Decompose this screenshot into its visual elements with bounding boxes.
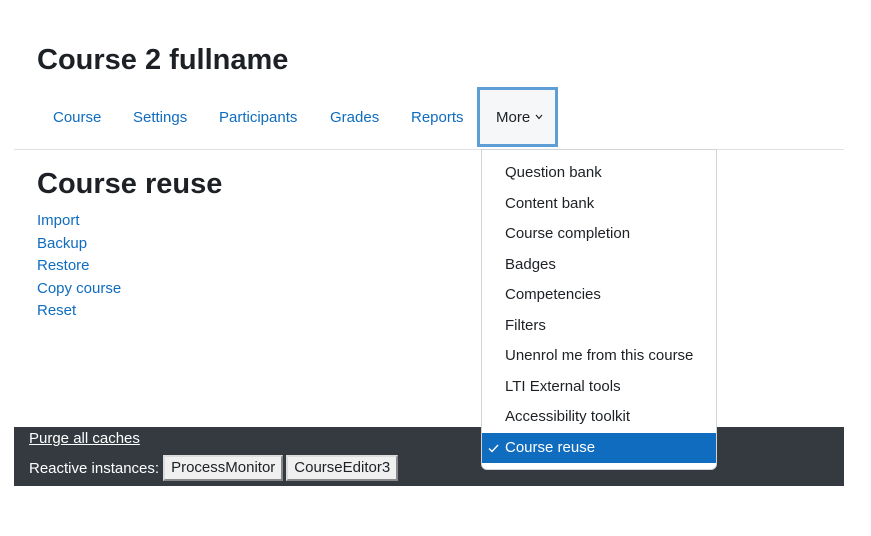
menu-item-competencies[interactable]: Competencies [482,280,716,311]
import-link[interactable]: Import [37,212,80,229]
more-dropdown-menu: Question bank Content bank Course comple… [481,149,717,470]
tab-reports[interactable]: Reports [411,87,464,149]
secondary-navigation: Course Settings Participants Grades Repo… [14,87,844,150]
tab-more[interactable]: More [477,87,558,147]
restore-link[interactable]: Restore [37,257,90,274]
course-editor-button[interactable]: CourseEditor3 [286,455,399,481]
menu-item-lti-external-tools[interactable]: LTI External tools [482,372,716,403]
menu-item-label: LTI External tools [505,377,621,395]
menu-item-label: Badges [505,255,556,273]
menu-item-course-reuse[interactable]: Course reuse [482,432,716,464]
menu-item-content-bank[interactable]: Content bank [482,189,716,220]
copy-course-link[interactable]: Copy course [37,280,121,297]
course-reuse-links: Import Backup Restore Copy course Reset [37,210,121,323]
menu-item-label: Course completion [505,225,631,242]
menu-item-badges[interactable]: Badges [482,250,716,281]
menu-item-filters[interactable]: Filters [482,311,716,342]
menu-item-label: Content bank [505,194,595,212]
list-item: Import [37,210,121,233]
tab-settings[interactable]: Settings [133,87,187,149]
list-item: Reset [37,300,121,323]
reactive-instances-label: Reactive instances: [29,459,160,477]
menu-item-course-completion[interactable]: Course completion [482,219,716,250]
list-item: Restore [37,255,121,278]
page: Course 2 fullname Course Settings Partic… [0,0,871,536]
tab-grades[interactable]: Grades [330,87,379,149]
backup-link[interactable]: Backup [37,235,87,252]
section-title: Course reuse [37,168,223,200]
page-title: Course 2 fullname [37,44,289,76]
menu-item-label: Unenrol me from this course [505,347,694,364]
reset-link[interactable]: Reset [37,302,76,319]
dropdown-list: Question bank Content bank Course comple… [482,158,716,463]
check-icon [488,433,499,464]
footer-bar: Purge all caches Reactive instances: Pro… [14,427,844,486]
tab-course[interactable]: Course [53,87,101,149]
tab-participants[interactable]: Participants [219,87,297,149]
menu-item-accessibility-toolkit[interactable]: Accessibility toolkit [482,402,716,433]
reactive-instances-row: Reactive instances: ProcessMonitor Cours… [29,454,401,482]
menu-item-question-bank[interactable]: Question bank [482,158,716,189]
menu-item-label: Filters [505,316,546,334]
tab-more-label: More [496,109,531,126]
menu-item-label: Competencies [505,286,601,303]
menu-item-label: Course reuse [505,438,596,456]
chevron-down-icon [535,88,543,144]
process-monitor-button[interactable]: ProcessMonitor [163,455,284,481]
list-item: Copy course [37,278,121,301]
purge-all-caches-link[interactable]: Purge all caches [29,429,140,449]
list-item: Backup [37,233,121,256]
menu-item-unenrol[interactable]: Unenrol me from this course [482,341,716,372]
menu-item-label: Accessibility toolkit [505,408,631,425]
menu-item-label: Question bank [505,164,602,181]
